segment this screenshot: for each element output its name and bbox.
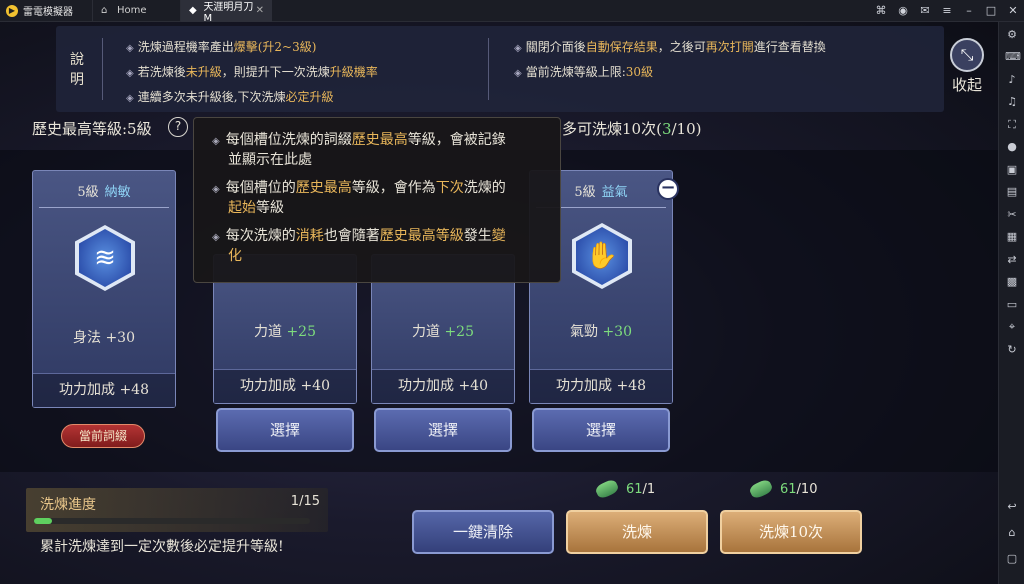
tooltip-line-3b: 化 bbox=[228, 248, 242, 264]
emulator-logo-icon: ▶ bbox=[6, 4, 18, 17]
collapse-arrows-icon: ⤡ bbox=[960, 45, 974, 64]
cost-have: 61 bbox=[780, 481, 797, 497]
select-button-1[interactable]: 選擇 bbox=[216, 408, 354, 452]
jade-icon bbox=[594, 478, 620, 500]
current-affix-card: 5級 納敏 ≋ 身法 +30 功力加成 +48 bbox=[32, 170, 176, 408]
progress-count: 1/15 bbox=[290, 494, 320, 509]
card-stat: 力道 +25 bbox=[254, 324, 316, 340]
wash10-cost: 61/10 bbox=[748, 478, 818, 500]
info-line-4: ◈ 關閉介面後自動保存結果，之後可再次打開進行查看替換 bbox=[514, 40, 826, 54]
progress-hint: 累計洗煉達到一定次數後必定提升等級! bbox=[40, 539, 284, 555]
info-line-3: ◈ 連續多次未升級後,下次洗煉必定升級 bbox=[126, 90, 334, 104]
progress-fill bbox=[34, 518, 53, 524]
palm-icon: ✋ bbox=[572, 223, 632, 289]
record-icon[interactable]: ● bbox=[1005, 140, 1019, 154]
jade-icon bbox=[748, 478, 774, 500]
progress-title: 洗煉進度 bbox=[40, 497, 96, 513]
select-button-3[interactable]: 選擇 bbox=[532, 408, 670, 452]
info-panel: 說明 ◈ 洗煉過程機率產出爆擊(升2~3級) ◈ 若洗煉後未升級，則提升下一次洗煉升… bbox=[56, 26, 944, 112]
emulator-titlebar: ▶ 雷電模擬器 ⌂ Home ◆ 天涯明月刀 M ✕ ⌘ ◉ ✉ ≡ – □ ✕ bbox=[0, 0, 1024, 24]
settings-icon[interactable]: ⚙ bbox=[1005, 28, 1019, 42]
scissors-icon[interactable]: ✂ bbox=[1005, 208, 1019, 222]
wash-cost: 61/1 bbox=[594, 478, 656, 500]
home-nav-icon[interactable]: ⌂ bbox=[1005, 526, 1019, 540]
gamepad-icon[interactable]: ⌘ bbox=[874, 4, 888, 18]
apk-icon[interactable]: ▦ bbox=[1005, 230, 1019, 244]
current-affix-badge: 當前詞綴 bbox=[61, 424, 145, 448]
recent-apps-icon[interactable]: ▢ bbox=[1005, 552, 1019, 566]
card-bonus: 功力加成 +48 bbox=[530, 369, 672, 403]
emulator-toolbar: ⚙ ⌨ ♪ ♫ ⛶ ● ▣ ▤ ✂ ▦ ⇄ ▩ ▭ ⌖ ↻ ↩ ⌂ ▢ bbox=[998, 22, 1024, 584]
emulator-name: 雷電模擬器 bbox=[23, 7, 73, 18]
account-icon[interactable]: ◉ bbox=[896, 4, 910, 18]
game-icon: ◆ bbox=[189, 4, 197, 16]
card-stat: 力道 +25 bbox=[412, 324, 474, 340]
clear-all-button[interactable]: 一鍵清除 bbox=[412, 510, 554, 554]
agility-icon: ≋ bbox=[75, 225, 135, 291]
card-bonus: 功力加成 +40 bbox=[214, 369, 356, 403]
help-icon[interactable]: ? bbox=[168, 117, 188, 137]
close-icon[interactable]: ✕ bbox=[1006, 4, 1020, 18]
history-max-level: 歷史最高等級:5級 bbox=[32, 120, 152, 138]
tooltip-line-2b: 起始等級 bbox=[228, 200, 284, 216]
card-stat: 身法 +30 bbox=[73, 330, 135, 346]
home-icon: ⌂ bbox=[101, 4, 108, 16]
progress-bar bbox=[34, 518, 310, 524]
info-line-2: ◈ 若洗煉後未升級，則提升下一次洗煉升級機率 bbox=[126, 65, 378, 79]
select-button-2[interactable]: 選擇 bbox=[374, 408, 512, 452]
info-line-1: ◈ 洗煉過程機率產出爆擊(升2~3級) bbox=[126, 40, 317, 54]
maximize-icon[interactable]: □ bbox=[984, 4, 998, 18]
close-tab-icon[interactable]: ✕ bbox=[256, 5, 264, 16]
tooltip-line-3: ◈ 每次洗煉的消耗也會隨著歷史最高等級發生變 bbox=[212, 228, 506, 244]
tab-game-label: 天涯明月刀 M bbox=[203, 1, 254, 24]
tab-home-label: Home bbox=[117, 5, 147, 16]
folder-icon[interactable]: ▭ bbox=[1005, 298, 1019, 312]
cost-need: /10 bbox=[796, 481, 818, 497]
remove-icon[interactable]: − bbox=[657, 178, 679, 200]
tab-game[interactable]: ◆ 天涯明月刀 M ✕ bbox=[180, 0, 272, 24]
info-line-5: ◈ 當前洗煉等級上限:30級 bbox=[514, 65, 654, 79]
location-icon[interactable]: ⌖ bbox=[1005, 320, 1019, 334]
game-screen: 說明 ◈ 洗煉過程機率產出爆擊(升2~3級) ◈ 若洗煉後未升級，則提升下一次洗煉升… bbox=[0, 22, 998, 584]
collapse-label[interactable]: 收起 bbox=[952, 74, 982, 95]
divider bbox=[39, 207, 169, 208]
divider bbox=[102, 38, 103, 100]
cpu-icon[interactable]: ▩ bbox=[1005, 275, 1019, 289]
explain-label: 說明 bbox=[70, 52, 84, 88]
mail-icon[interactable]: ✉ bbox=[918, 4, 932, 18]
history-tooltip: ◈ 每個槽位洗煉的詞綴歷史最高等級，會被記錄 並顯示在此處 ◈ 每個槽位的歷史最高等… bbox=[193, 117, 561, 283]
minimize-icon[interactable]: – bbox=[962, 4, 976, 18]
tooltip-line-1b: 並顯示在此處 bbox=[228, 152, 312, 168]
wash-count-label: 多可洗煉10次(3/10) bbox=[562, 120, 702, 138]
performance-icon[interactable]: ▤ bbox=[1005, 185, 1019, 199]
card-bonus: 功力加成 +40 bbox=[372, 369, 514, 403]
fullscreen-icon[interactable]: ⛶ bbox=[1005, 118, 1019, 132]
screenshot-icon[interactable]: ▣ bbox=[1005, 163, 1019, 177]
emulator-brand: ▶ 雷電模擬器 bbox=[0, 0, 92, 22]
tooltip-line-1: ◈ 每個槽位洗煉的詞綴歷史最高等級，會被記錄 bbox=[212, 132, 506, 148]
sync-icon[interactable]: ⇄ bbox=[1005, 253, 1019, 267]
card-bonus: 功力加成 +48 bbox=[33, 373, 175, 407]
collapse-button[interactable]: ⤡ bbox=[950, 38, 984, 72]
menu-icon[interactable]: ≡ bbox=[940, 4, 954, 18]
cost-need: /1 bbox=[642, 481, 656, 497]
back-icon[interactable]: ↩ bbox=[1005, 500, 1019, 514]
window-controls: ⌘ ◉ ✉ ≡ – □ ✕ bbox=[874, 0, 1020, 22]
divider bbox=[488, 38, 489, 100]
wash-button[interactable]: 洗煉 bbox=[566, 510, 708, 554]
card-level: 5級 納敏 bbox=[77, 185, 131, 200]
keyboard-icon[interactable]: ⌨ bbox=[1005, 50, 1021, 64]
rotate-icon[interactable]: ↻ bbox=[1005, 343, 1019, 357]
tooltip-line-2: ◈ 每個槽位的歷史最高等級，會作為下次洗煉的 bbox=[212, 180, 506, 196]
cost-have: 61 bbox=[626, 481, 643, 497]
volume-up-icon[interactable]: ♪ bbox=[1005, 73, 1019, 87]
volume-down-icon[interactable]: ♫ bbox=[1005, 95, 1019, 109]
wash-10-button[interactable]: 洗煉10次 bbox=[720, 510, 862, 554]
wash-progress-panel: 洗煉進度 1/15 bbox=[26, 488, 328, 532]
card-stat: 氣勁 +30 bbox=[570, 324, 632, 340]
tab-home[interactable]: ⌂ Home bbox=[92, 0, 180, 22]
